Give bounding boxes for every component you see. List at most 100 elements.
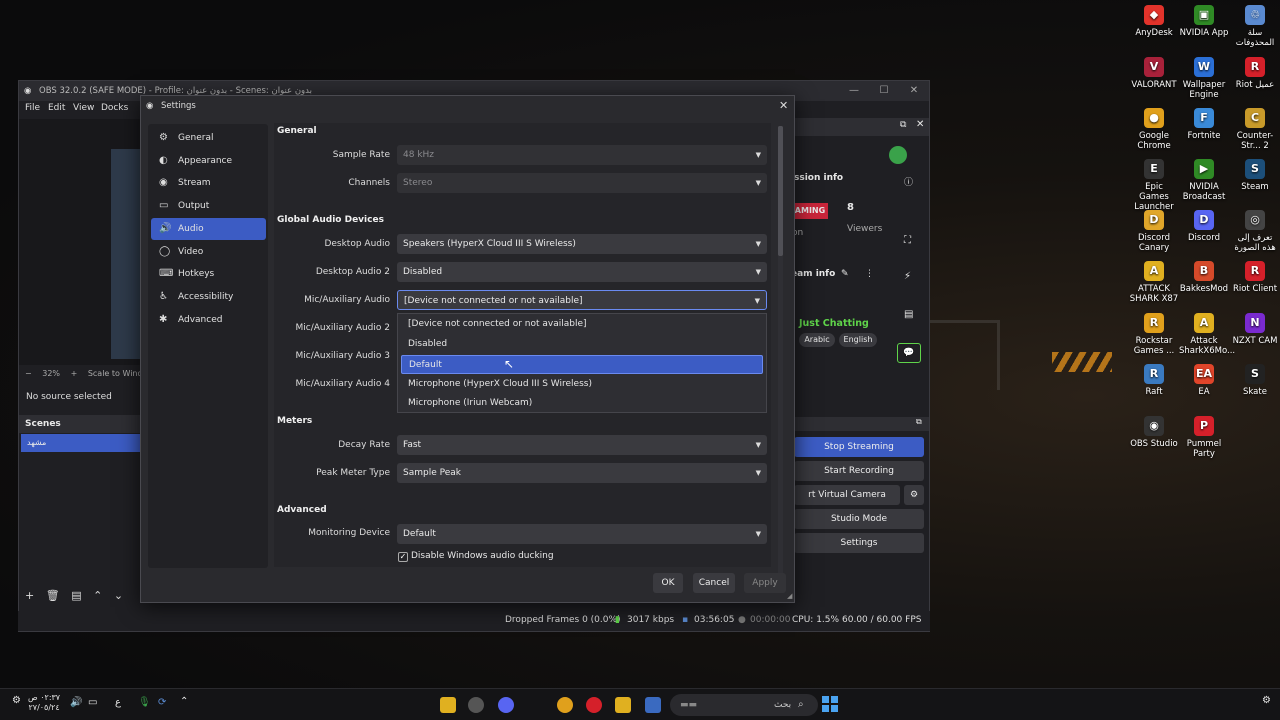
dock-close-icon[interactable]: ✕ — [916, 119, 924, 130]
mic-select[interactable]: [Device not connected or not available] ▼ — [397, 290, 767, 310]
sidebar-item-hotkeys[interactable]: ⌨ Hotkeys — [151, 263, 266, 285]
sidebar-item-video[interactable]: ◯ Video — [151, 241, 266, 263]
desktop-icon[interactable]: ◎ تعرف إلى هذه الصورة — [1230, 210, 1280, 253]
app-taskbar-icon[interactable] — [586, 697, 602, 713]
file-explorer-icon[interactable] — [615, 697, 631, 713]
desktop-icon[interactable]: S Steam — [1230, 159, 1280, 192]
desktop-icon[interactable]: R Rockstar Games ... — [1129, 313, 1179, 356]
volume-icon[interactable]: 🔊 — [70, 697, 82, 708]
start-icon[interactable] — [822, 696, 838, 712]
desktop-icon[interactable]: R Riot عميل — [1230, 57, 1280, 90]
desktop-audio2-select[interactable]: Disabled ▼ — [397, 262, 767, 282]
menu-view[interactable]: View — [73, 103, 94, 113]
dropdown-option-selected[interactable]: Default — [401, 355, 763, 374]
language-indicator[interactable]: ع — [115, 697, 121, 708]
move-up-icon[interactable]: ⌃ — [93, 589, 102, 602]
attack-shark-taskbar-icon[interactable] — [440, 697, 456, 713]
desktop-icon[interactable]: A Attack SharkX6Mo... — [1179, 313, 1235, 356]
move-down-icon[interactable]: ⌄ — [114, 589, 123, 602]
discord-taskbar-icon[interactable] — [498, 697, 514, 713]
clock[interactable]: ٠٢:٣٧ ص ٢٧/٠٥/٢٤ — [28, 693, 60, 713]
resize-grip-icon[interactable]: ◢ — [787, 592, 792, 600]
more-icon[interactable]: ⋮ — [865, 269, 874, 279]
info-icon[interactable]: ⓘ — [904, 175, 913, 188]
network-icon[interactable]: ▭ — [88, 697, 97, 708]
sidebar-item-advanced[interactable]: ✱ Advanced — [151, 309, 266, 331]
desktop-icon[interactable]: W Wallpaper Engine — [1179, 57, 1229, 100]
desktop-icon[interactable]: V VALORANT — [1129, 57, 1179, 90]
zoom-in-icon[interactable]: + — [71, 369, 78, 378]
desktop-icon[interactable]: ♲ سلة المحذوفات — [1230, 5, 1280, 48]
add-scene-icon[interactable]: + — [25, 589, 34, 602]
desktop-icon[interactable]: ◉ OBS Studio — [1129, 416, 1179, 449]
menu-docks[interactable]: Docks — [101, 103, 128, 113]
dropdown-option[interactable]: Disabled — [401, 335, 763, 354]
mic-tray-icon[interactable]: 🎙 — [138, 697, 151, 708]
desktop-icon[interactable]: ▶ NVIDIA Broadcast — [1179, 159, 1229, 202]
menu-edit[interactable]: Edit — [48, 103, 65, 113]
desktop-icon[interactable]: ▣ NVIDIA App — [1179, 5, 1229, 38]
virtual-camera-settings-icon[interactable]: ⚙ — [904, 485, 924, 505]
float-icon[interactable]: ⧉ — [900, 120, 906, 130]
desktop-icon[interactable]: EA EA — [1179, 364, 1229, 397]
obs-taskbar-icon[interactable] — [468, 697, 484, 713]
virtual-camera-button[interactable]: rt Virtual Camera — [794, 485, 900, 505]
dropdown-option[interactable]: Microphone (Iriun Webcam) — [401, 394, 763, 413]
desktop-icon[interactable]: D Discord Canary — [1129, 210, 1179, 253]
sidebar-item-accessibility[interactable]: ♿ Accessibility — [151, 286, 266, 308]
ok-button[interactable]: OK — [653, 573, 683, 593]
edit-icon[interactable]: ✎ — [841, 269, 849, 279]
controls-float-icon[interactable]: ⧉ — [916, 417, 922, 427]
desktop-icon[interactable]: B BakkesMod — [1179, 261, 1229, 294]
ducking-checkbox[interactable]: ✓ — [398, 552, 408, 562]
settings-button[interactable]: Settings — [794, 533, 924, 553]
desktop-icon[interactable]: ● Google Chrome — [1129, 108, 1179, 151]
zoom-out-icon[interactable]: − — [25, 369, 32, 378]
settings-tray-icon[interactable]: ⚙ — [12, 695, 21, 706]
maximize-icon[interactable]: ☐ — [869, 81, 899, 101]
sidebar-item-output[interactable]: ▭ Output — [151, 195, 266, 217]
monitoring-select[interactable]: Default ▼ — [397, 524, 767, 544]
start-recording-button[interactable]: Start Recording — [794, 461, 924, 481]
desktop-icon[interactable]: P Pummel Party — [1179, 416, 1229, 459]
desktop-icon[interactable]: A ATTACK SHARK X87 — [1129, 261, 1179, 304]
desktop-icon[interactable]: C Counter-Str... 2 — [1230, 108, 1280, 151]
desktop-icon[interactable]: F Fortnite — [1179, 108, 1229, 141]
remove-scene-icon[interactable]: 🗑 — [46, 589, 60, 602]
close-icon[interactable]: ✕ — [899, 81, 929, 101]
sidebar-item-audio[interactable]: 🔊 Audio — [151, 217, 266, 240]
fullscreen-icon[interactable]: ⛶ — [904, 235, 911, 246]
sidebar-item-general[interactable]: ⚙ General — [151, 127, 266, 149]
scene-item[interactable]: مشهد — [21, 434, 141, 452]
decay-rate-select[interactable]: Fast ▼ — [397, 435, 767, 455]
cancel-button[interactable]: Cancel — [693, 573, 735, 593]
desktop-icon[interactable]: R Riot Client — [1230, 261, 1280, 294]
apply-button[interactable]: Apply — [744, 573, 786, 593]
sync-tray-icon[interactable]: ⟳ — [158, 697, 166, 708]
stop-streaming-button[interactable]: Stop Streaming — [794, 437, 924, 457]
filter-icon[interactable]: ▤ — [71, 589, 81, 602]
copilot-icon[interactable]: ⚙ — [1262, 695, 1271, 706]
chevron-up-icon[interactable]: ⌃ — [180, 696, 188, 707]
search-input[interactable]: ▬▬ بحث ⌕ — [670, 694, 818, 716]
chrome-taskbar-icon[interactable] — [557, 697, 573, 713]
studio-mode-button[interactable]: Studio Mode — [794, 509, 924, 529]
desktop-icon[interactable]: E Epic Games Launcher — [1129, 159, 1179, 212]
menu-file[interactable]: File — [25, 103, 40, 113]
desktop-icon[interactable]: R Raft — [1129, 364, 1179, 397]
channels-select[interactable]: Stereo ▼ — [397, 173, 767, 193]
avatar[interactable] — [889, 146, 907, 164]
settings-close-icon[interactable]: ✕ — [779, 96, 788, 116]
document-icon[interactable]: ▤ — [904, 309, 913, 320]
content-scrollbar[interactable] — [778, 126, 783, 586]
dropdown-option[interactable]: [Device not connected or not available] — [401, 315, 763, 334]
dropdown-option[interactable]: Microphone (HyperX Cloud III S Wireless) — [401, 375, 763, 394]
peak-meter-select[interactable]: Sample Peak ▼ — [397, 463, 767, 483]
minimize-icon[interactable]: — — [839, 81, 869, 101]
desktop-audio-select[interactable]: Speakers (HyperX Cloud III S Wireless) ▼ — [397, 234, 767, 254]
sidebar-item-appearance[interactable]: ◐ Appearance — [151, 150, 266, 172]
lightning-icon[interactable]: ⚡ — [904, 271, 911, 282]
desktop-icon[interactable]: ◆ AnyDesk — [1129, 5, 1179, 38]
sidebar-item-stream[interactable]: ◉ Stream — [151, 172, 266, 194]
chat-icon[interactable]: 💬 — [897, 343, 921, 363]
